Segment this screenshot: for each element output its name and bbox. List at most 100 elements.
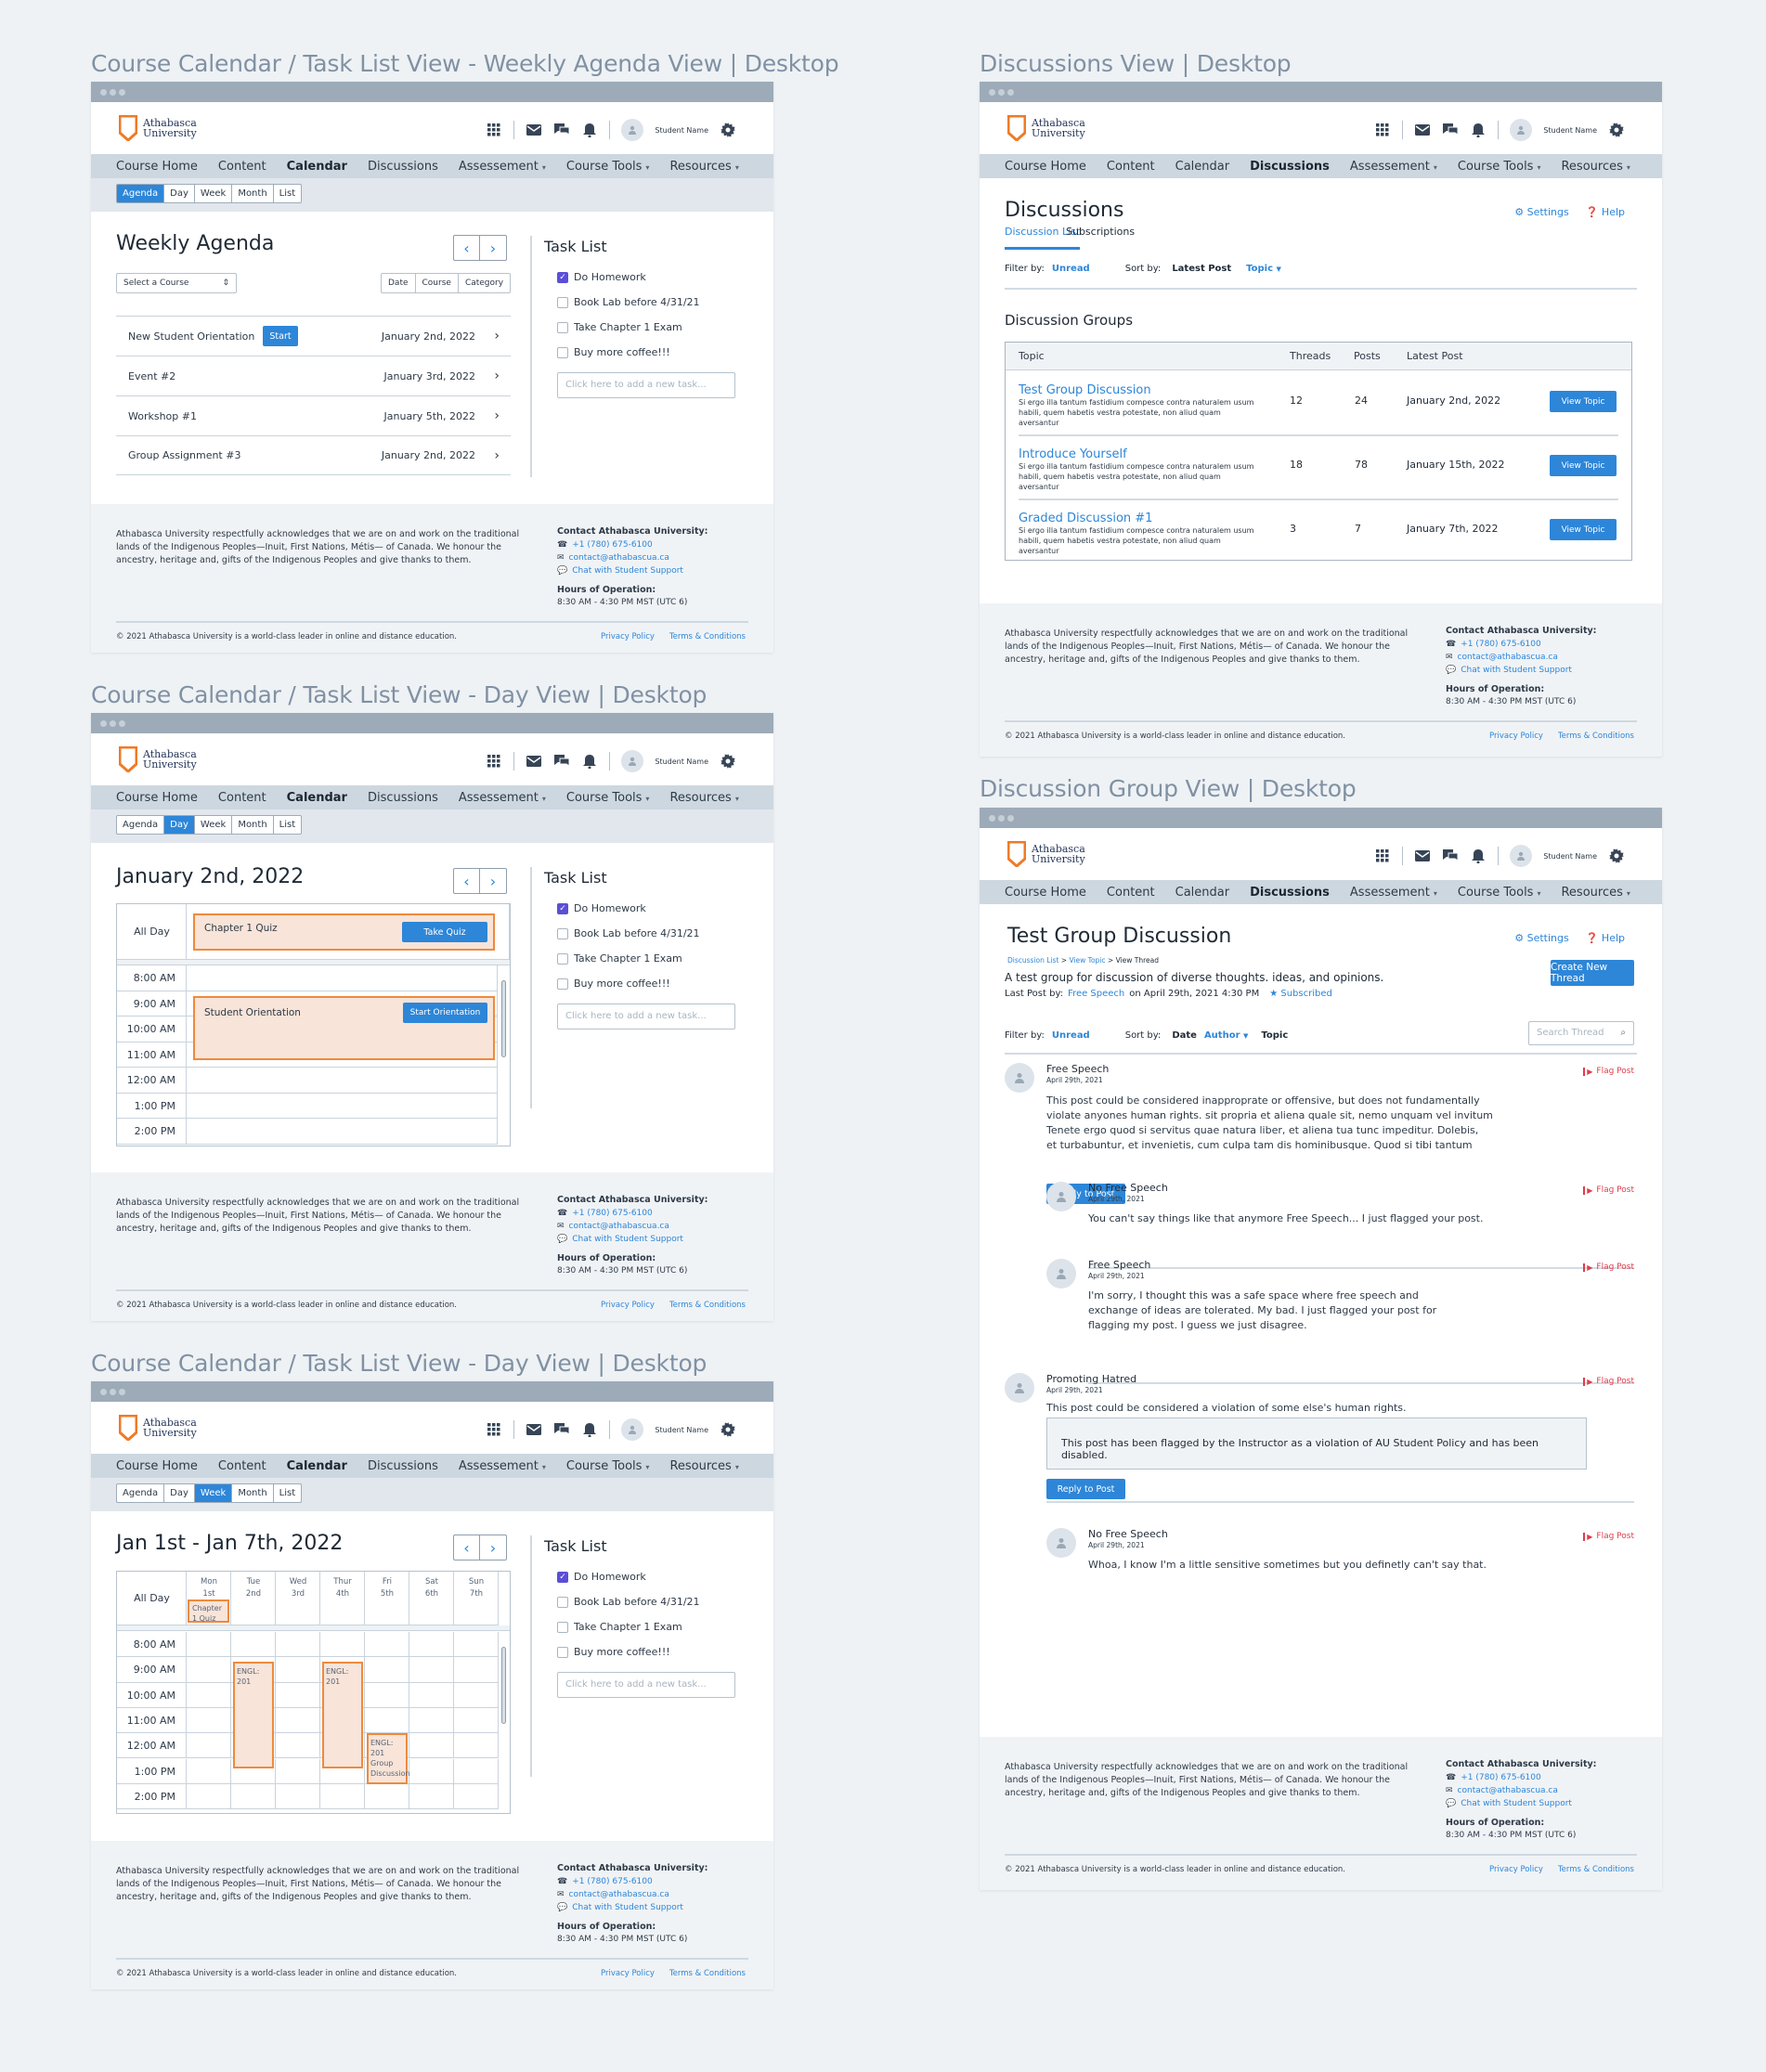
tab-subscriptions[interactable]: Subscriptions [1066,226,1135,238]
phone-link[interactable]: ☎ +1 (780) 675-6100 [557,1877,708,1886]
email-link[interactable]: ✉ contact@athabascua.ca [557,553,708,563]
create-thread-button[interactable]: Create New Thread [1551,960,1634,986]
flag-post-button[interactable]: ▶ Flag Post [1583,1532,1634,1541]
nav-content[interactable]: Content [1107,160,1155,174]
nav-resources[interactable]: Resources ▾ [1561,886,1630,900]
phone-link[interactable]: ☎ +1 (780) 675-6100 [557,540,708,550]
user-avatar[interactable] [621,119,644,141]
nav-assessment[interactable]: Assessement ▾ [459,160,546,174]
flag-post-button[interactable]: ▶ Flag Post [1583,1377,1634,1386]
week-slot[interactable] [187,1783,231,1810]
event-chapter-1-quiz[interactable]: Chapter 1 Quiz [188,1599,229,1623]
checkbox[interactable] [557,927,568,939]
subscribed-toggle[interactable]: ★ Subscribed [1269,989,1332,999]
checkbox[interactable] [557,1596,568,1608]
bell-icon[interactable] [581,122,598,138]
university-logo[interactable]: Athabasca University [119,746,197,772]
week-slot[interactable] [187,1707,231,1734]
week-slot[interactable] [454,1783,499,1810]
post-author[interactable]: Free Speech [1046,1063,1109,1075]
chat-support-link[interactable]: 💬 Chat with Student Support [557,1903,708,1912]
phone-link[interactable]: ☎ +1 (780) 675-6100 [557,1209,708,1218]
week-slot[interactable] [276,1707,320,1734]
apps-grid-icon[interactable] [1374,848,1391,864]
gear-icon[interactable] [720,122,736,138]
apps-grid-icon[interactable] [486,1421,502,1438]
breadcrumb-discussion-list[interactable]: Discussion List [1007,956,1058,965]
nav-resources[interactable]: Resources ▾ [669,160,738,174]
terms-link[interactable]: Terms & Conditions [669,1301,746,1310]
checkbox[interactable] [557,1621,568,1633]
week-slot[interactable] [231,1632,276,1658]
terms-link[interactable]: Terms & Conditions [669,632,746,641]
prev-icon[interactable]: ‹ [454,236,480,260]
nav-discussions[interactable]: Discussions [368,1459,438,1473]
settings-link[interactable]: ⚙ Settings [1514,206,1569,218]
university-logo[interactable]: Athabasca University [1007,115,1085,141]
agenda-row[interactable]: New Student Orientation Start January 2nd,… [116,316,511,356]
tab-agenda[interactable]: Agenda [117,1484,165,1502]
week-slot[interactable] [276,1783,320,1810]
task-item[interactable]: Book Lab before 4/31/21 [557,290,735,315]
help-link[interactable]: ❓ Help [1586,932,1625,944]
topic-link[interactable]: Introduce Yourself [1019,447,1260,461]
topic-link[interactable]: Test Group Discussion [1019,383,1260,397]
avatar[interactable] [1005,1373,1034,1403]
chat-icon[interactable] [553,122,570,138]
week-slot[interactable] [454,1707,499,1734]
sort-date[interactable]: Date [1172,1030,1197,1041]
privacy-link[interactable]: Privacy Policy [1489,1865,1543,1874]
day-slot[interactable] [187,1093,498,1119]
nav-assessment[interactable]: Assessement ▾ [1350,886,1437,900]
week-slot[interactable] [454,1657,499,1683]
mail-icon[interactable] [526,122,542,138]
week-slot[interactable] [365,1657,409,1683]
post-author[interactable]: No Free Speech [1088,1528,1168,1540]
chevron-right-icon[interactable]: › [494,408,500,423]
week-slot[interactable] [409,1657,454,1683]
task-item[interactable]: Book Lab before 4/31/21 [557,921,735,946]
filter-date[interactable]: Date [382,274,416,292]
task-item[interactable]: Book Lab before 4/31/21 [557,1589,735,1614]
avatar[interactable] [1046,1182,1076,1211]
breadcrumb-view-topic[interactable]: View Topic [1069,956,1105,965]
chat-icon[interactable] [1442,848,1459,864]
apps-grid-icon[interactable] [486,753,502,770]
chat-support-link[interactable]: 💬 Chat with Student Support [557,566,708,576]
student-name[interactable]: Student Name [655,1426,708,1434]
chat-icon[interactable] [1442,122,1459,138]
week-slot[interactable] [454,1758,499,1784]
nav-assessment[interactable]: Assessement ▾ [459,791,546,805]
nav-discussions[interactable]: Discussions [1250,160,1330,174]
chat-support-link[interactable]: 💬 Chat with Student Support [1446,666,1596,675]
nav-calendar[interactable]: Calendar [287,1459,347,1473]
tab-list[interactable]: List [274,1484,301,1502]
bell-icon[interactable] [581,1421,598,1438]
tab-month[interactable]: Month [232,1484,274,1502]
checkbox-checked[interactable]: ✓ [557,271,568,283]
avatar[interactable] [1046,1259,1076,1289]
view-topic-button[interactable]: View Topic [1550,455,1617,476]
nav-course-tools[interactable]: Course Tools ▾ [1458,886,1541,900]
next-icon[interactable]: › [480,1535,506,1560]
nav-content[interactable]: Content [1107,886,1155,900]
help-link[interactable]: ❓ Help [1586,206,1625,218]
sort-author[interactable]: Author ▼ [1204,1030,1248,1041]
chat-icon[interactable] [553,1421,570,1438]
nav-course-home[interactable]: Course Home [116,160,198,174]
filter-unread[interactable]: Unread [1052,264,1090,274]
chevron-right-icon[interactable]: › [494,369,500,383]
week-slot[interactable] [276,1657,320,1683]
week-slot[interactable] [454,1733,499,1759]
nav-resources[interactable]: Resources ▾ [1561,160,1630,174]
prev-icon[interactable]: ‹ [454,1535,480,1560]
bell-icon[interactable] [1470,848,1487,864]
checkbox-checked[interactable]: ✓ [557,902,568,914]
last-post-author-link[interactable]: Free Speech [1068,989,1124,999]
next-icon[interactable]: › [480,869,506,893]
new-task-input[interactable]: Click here to add a new task... [557,372,735,398]
day-slot[interactable] [187,1119,498,1145]
week-slot[interactable] [365,1682,409,1708]
task-item[interactable]: ✓ Do Homework [557,265,735,290]
agenda-row[interactable]: Workshop #1 January 5th, 2022 › [116,395,511,435]
